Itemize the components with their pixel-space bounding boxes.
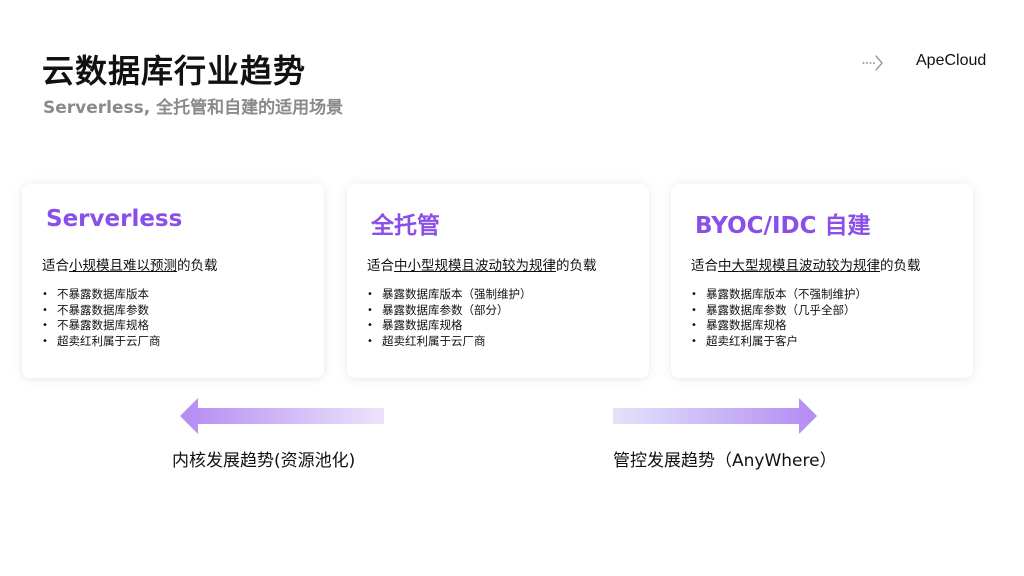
card-fully-managed: 全托管 适合中小型规模且波动较为规律的负载 暴露数据库版本（强制维护） 暴露数据… bbox=[347, 184, 649, 378]
list-item: 暴露数据库规格 bbox=[691, 318, 867, 334]
list-item: 暴露数据库规格 bbox=[367, 318, 532, 334]
card-description: 适合中小型规模且波动较为规律的负载 bbox=[367, 254, 597, 274]
desc-suffix: 的负载 bbox=[880, 258, 921, 274]
right-arrow-icon bbox=[613, 398, 817, 434]
list-item: 不暴露数据库规格 bbox=[42, 318, 161, 334]
left-arrow-icon bbox=[180, 398, 384, 434]
list-item: 超卖红利属于客户 bbox=[691, 334, 867, 350]
control-trend-label: 管控发展趋势（AnyWhere） bbox=[613, 451, 837, 471]
card-feature-list: 不暴露数据库版本 不暴露数据库参数 不暴露数据库规格 超卖红利属于云厂商 bbox=[42, 287, 161, 349]
card-description: 适合小规模且难以预测的负载 bbox=[42, 254, 218, 274]
list-item: 暴露数据库参数（几乎全部） bbox=[691, 303, 867, 319]
card-serverless: Serverless 适合小规模且难以预测的负载 不暴露数据库版本 不暴露数据库… bbox=[22, 184, 324, 378]
desc-highlight: 中小型规模且波动较为规律 bbox=[394, 258, 556, 274]
card-title: 全托管 bbox=[371, 213, 440, 239]
desc-suffix: 的负载 bbox=[177, 258, 218, 274]
card-feature-list: 暴露数据库版本（强制维护） 暴露数据库参数（部分） 暴露数据库规格 超卖红利属于… bbox=[367, 287, 532, 349]
desc-highlight: 小规模且难以预测 bbox=[69, 258, 177, 274]
list-item: 暴露数据库版本（强制维护） bbox=[367, 287, 532, 303]
brand: ApeCloud bbox=[862, 51, 986, 75]
card-byoc-idc: BYOC/IDC 自建 适合中大型规模且波动较为规律的负载 暴露数据库版本（不强… bbox=[671, 184, 973, 378]
desc-highlight: 中大型规模且波动较为规律 bbox=[718, 258, 880, 274]
list-item: 超卖红利属于云厂商 bbox=[42, 334, 161, 350]
list-item: 不暴露数据库版本 bbox=[42, 287, 161, 303]
card-title: Serverless bbox=[46, 206, 183, 232]
card-description: 适合中大型规模且波动较为规律的负载 bbox=[691, 254, 921, 274]
card-title: BYOC/IDC 自建 bbox=[695, 213, 871, 239]
dotted-arrow-icon bbox=[862, 55, 883, 71]
page-subtitle: Serverless, 全托管和自建的适用场景 bbox=[43, 98, 344, 118]
list-item: 不暴露数据库参数 bbox=[42, 303, 161, 319]
list-item: 暴露数据库参数（部分） bbox=[367, 303, 532, 319]
desc-suffix: 的负载 bbox=[556, 258, 597, 274]
list-item: 超卖红利属于云厂商 bbox=[367, 334, 532, 350]
card-feature-list: 暴露数据库版本（不强制维护） 暴露数据库参数（几乎全部） 暴露数据库规格 超卖红… bbox=[691, 287, 867, 349]
desc-prefix: 适合 bbox=[367, 258, 394, 274]
list-item: 暴露数据库版本（不强制维护） bbox=[691, 287, 867, 303]
brand-name: ApeCloud bbox=[916, 52, 987, 69]
page-title: 云数据库行业趋势 bbox=[42, 52, 307, 90]
desc-prefix: 适合 bbox=[691, 258, 718, 274]
kernel-trend-label: 内核发展趋势(资源池化) bbox=[172, 451, 356, 471]
desc-prefix: 适合 bbox=[42, 258, 69, 274]
